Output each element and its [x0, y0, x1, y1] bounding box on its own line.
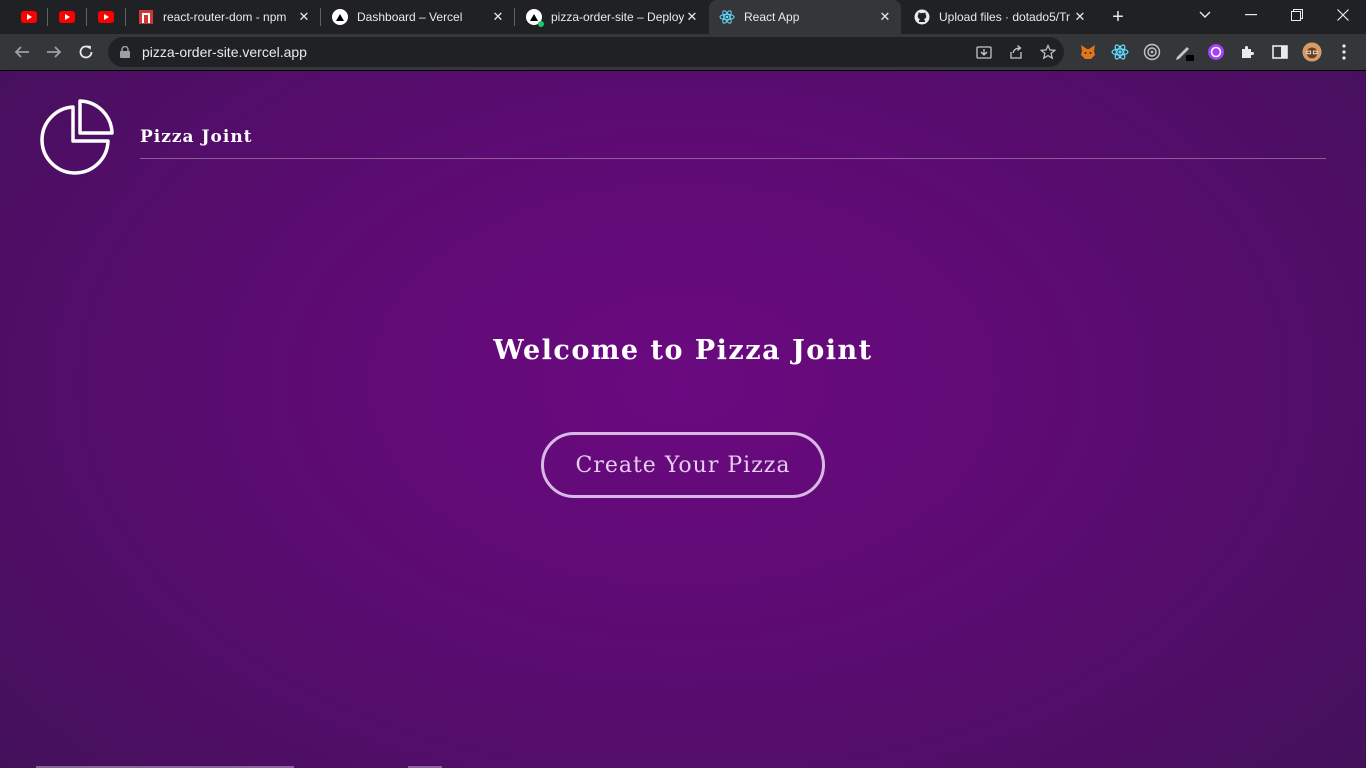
- arrow-right-icon: [47, 46, 62, 58]
- pizza-logo-icon[interactable]: [36, 99, 116, 179]
- puzzle-extensions-icon[interactable]: [1238, 42, 1258, 62]
- tab-title: react-router-dom - npm: [163, 10, 287, 24]
- npm-icon: [138, 9, 154, 25]
- target-extension-icon[interactable]: [1142, 42, 1162, 62]
- address-bar[interactable]: pizza-order-site.vercel.app: [108, 37, 1064, 67]
- minimize-button[interactable]: [1228, 0, 1274, 30]
- chevron-down-icon: [1199, 11, 1211, 18]
- back-button[interactable]: [8, 38, 36, 66]
- profile-avatar-icon[interactable]: [1302, 42, 1322, 62]
- close-icon[interactable]: ✕: [296, 9, 312, 25]
- tab-strip: react-router-dom - npm ✕ Dashboard – Ver…: [0, 0, 1366, 34]
- close-icon: [1337, 9, 1349, 21]
- close-icon[interactable]: ✕: [684, 9, 700, 25]
- youtube-icon: [21, 9, 37, 25]
- browser-toolbar: pizza-order-site.vercel.app: [0, 34, 1366, 71]
- welcome-heading: Welcome to Pizza Joint: [493, 335, 873, 366]
- url-text: pizza-order-site.vercel.app: [142, 44, 307, 60]
- close-window-button[interactable]: [1320, 0, 1366, 30]
- kebab-menu-icon[interactable]: [1334, 42, 1354, 62]
- purple-extension-icon[interactable]: [1206, 42, 1226, 62]
- tab-react-app[interactable]: React App ✕: [709, 0, 901, 34]
- forward-button[interactable]: [40, 38, 68, 66]
- tab-separator: [47, 8, 48, 26]
- tab-github[interactable]: Upload files · dotado5/Tr ✕: [904, 0, 1096, 34]
- side-panel-icon[interactable]: [1270, 42, 1290, 62]
- tab-title: React App: [744, 10, 800, 24]
- share-icon[interactable]: [1006, 42, 1026, 62]
- tab-pinned-youtube-3[interactable]: [91, 0, 121, 34]
- youtube-icon: [98, 9, 114, 25]
- arrow-left-icon: [14, 46, 29, 58]
- restore-button[interactable]: [1274, 0, 1320, 30]
- tab-vercel-dashboard[interactable]: Dashboard – Vercel ✕: [324, 0, 514, 34]
- header-divider: [140, 158, 1326, 159]
- bookmark-star-icon[interactable]: [1038, 42, 1058, 62]
- metamask-icon[interactable]: [1078, 42, 1098, 62]
- site-title: Pizza Joint: [140, 127, 253, 147]
- vercel-icon: [332, 9, 348, 25]
- create-pizza-button[interactable]: Create Your Pizza: [541, 432, 825, 498]
- tab-npm[interactable]: react-router-dom - npm ✕: [130, 0, 320, 34]
- reload-icon: [79, 45, 93, 59]
- tab-vercel-deploy[interactable]: pizza-order-site – Deploy ✕: [518, 0, 708, 34]
- vercel-icon: [526, 9, 544, 27]
- tab-separator: [514, 8, 515, 26]
- tab-title: Upload files · dotado5/Tr: [939, 10, 1070, 24]
- react-icon: [719, 9, 735, 25]
- tab-title: Dashboard – Vercel: [357, 10, 463, 24]
- tab-separator: [86, 8, 87, 26]
- tab-title: pizza-order-site – Deploy: [551, 10, 684, 24]
- install-app-icon[interactable]: [974, 42, 994, 62]
- restore-icon: [1291, 9, 1303, 21]
- lock-icon[interactable]: [118, 45, 132, 59]
- close-icon[interactable]: ✕: [1072, 9, 1088, 25]
- react-devtools-icon[interactable]: [1110, 42, 1130, 62]
- tab-pinned-youtube-2[interactable]: [52, 0, 82, 34]
- tab-separator: [320, 8, 321, 26]
- tab-pinned-youtube-1[interactable]: [14, 0, 44, 34]
- github-icon: [914, 9, 930, 25]
- tab-search-button[interactable]: [1182, 0, 1228, 30]
- minimize-icon: [1245, 14, 1257, 16]
- new-tab-button[interactable]: +: [1104, 4, 1132, 30]
- tab-separator: [125, 8, 126, 26]
- youtube-icon: [59, 9, 75, 25]
- close-icon[interactable]: ✕: [877, 9, 893, 25]
- pen-extension-icon[interactable]: [1174, 42, 1194, 62]
- reload-button[interactable]: [72, 38, 100, 66]
- close-icon[interactable]: ✕: [490, 9, 506, 25]
- page-content: Pizza Joint Welcome to Pizza Joint Creat…: [0, 71, 1366, 768]
